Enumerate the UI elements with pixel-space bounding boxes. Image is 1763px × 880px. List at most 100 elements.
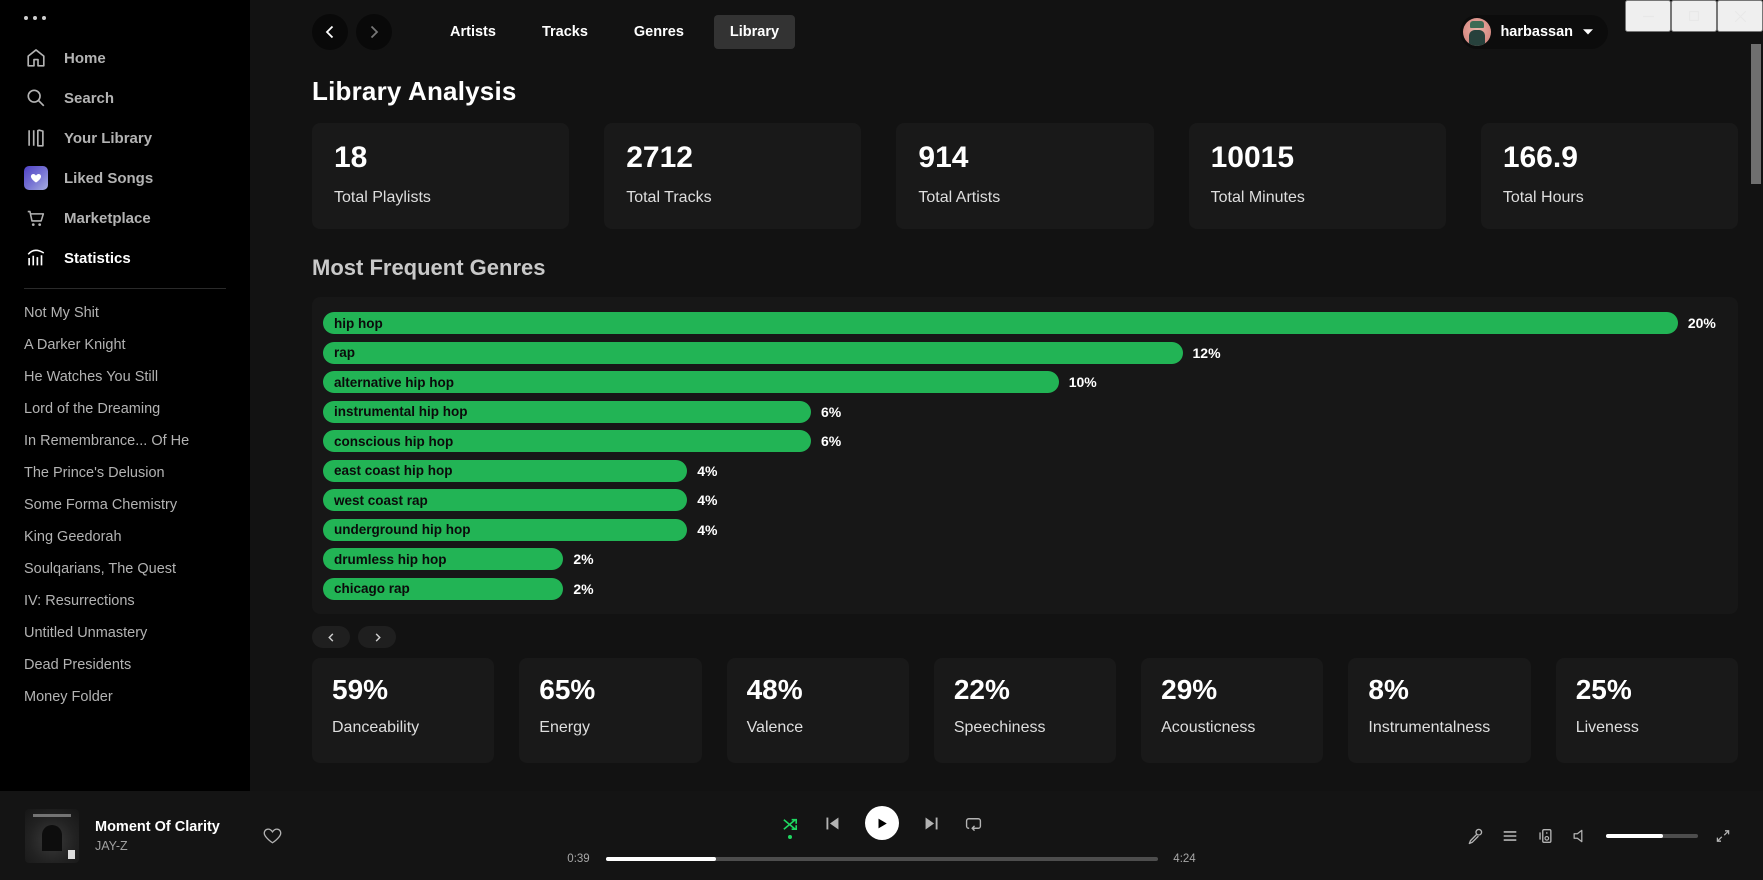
- maximize-button[interactable]: [1671, 0, 1717, 32]
- caret-down-icon: [1582, 28, 1594, 36]
- avatar: [1463, 18, 1491, 46]
- feature-value: 22%: [954, 674, 1096, 706]
- genres-section-title: Most Frequent Genres: [312, 255, 1738, 281]
- genre-bar: underground hip hop: [323, 519, 687, 541]
- repeat-button[interactable]: [964, 814, 983, 833]
- feature-value: 29%: [1161, 674, 1303, 706]
- now-playing: Moment Of Clarity JAY-Z: [0, 809, 430, 863]
- skip-forward-icon: [923, 815, 940, 832]
- genre-percent: 10%: [1069, 374, 1097, 390]
- pager-prev-button[interactable]: [312, 626, 350, 648]
- forward-button[interactable]: [356, 14, 392, 50]
- sidebar-item-search[interactable]: Search: [0, 78, 250, 118]
- playlist-item[interactable]: Some Forma Chemistry: [0, 489, 250, 521]
- liked-songs-tile: [24, 166, 48, 190]
- main-content: Artists Tracks Genres Library harbassan …: [250, 0, 1763, 791]
- scrollbar-thumb[interactable]: [1751, 44, 1761, 184]
- tab[interactable]: Tracks: [526, 15, 604, 49]
- playlist-item[interactable]: In Remembrance... Of He: [0, 425, 250, 457]
- close-button[interactable]: [1717, 0, 1763, 32]
- playlist-item[interactable]: Lord of the Dreaming: [0, 393, 250, 425]
- user-menu-button[interactable]: harbassan: [1460, 15, 1608, 49]
- genre-bar-row: underground hip hop 4%: [323, 519, 1727, 541]
- feature-label: Speechiness: [954, 719, 1096, 737]
- playlist-item[interactable]: Dead Presidents: [0, 649, 250, 681]
- sidebar-item-marketplace[interactable]: Marketplace: [0, 198, 250, 238]
- playlist-item[interactable]: A Darker Knight: [0, 329, 250, 361]
- sidebar-item-label: Liked Songs: [64, 170, 153, 187]
- sidebar-item-liked-songs[interactable]: Liked Songs: [0, 158, 250, 198]
- feature-label: Liveness: [1576, 719, 1718, 737]
- player-center: 0:39 4:24: [562, 801, 1202, 865]
- back-button[interactable]: [312, 14, 348, 50]
- genre-label: alternative hip hop: [334, 375, 454, 390]
- queue-button[interactable]: [1501, 827, 1519, 845]
- stat-card: 10015 Total Minutes: [1189, 123, 1446, 229]
- previous-button[interactable]: [824, 815, 841, 832]
- playlist-item[interactable]: The Prince's Delusion: [0, 457, 250, 489]
- playlist-item[interactable]: King Geedorah: [0, 521, 250, 553]
- play-button[interactable]: [865, 806, 899, 840]
- genre-percent: 20%: [1688, 315, 1716, 331]
- sidebar-item-home[interactable]: Home: [0, 38, 250, 78]
- feature-card: 59% Danceability: [312, 658, 494, 763]
- genre-bar: chicago rap: [323, 578, 563, 600]
- close-icon: [1735, 11, 1746, 22]
- volume-slider[interactable]: [1606, 834, 1698, 838]
- microphone-icon: [1466, 827, 1484, 845]
- genre-percent: 6%: [821, 433, 841, 449]
- track-title: Moment Of Clarity: [95, 819, 220, 835]
- progress-row: 0:39 4:24: [562, 853, 1202, 865]
- sidebar-item-statistics[interactable]: Statistics: [0, 238, 250, 278]
- genre-bar: east coast hip hop: [323, 460, 687, 482]
- chart-pager: [312, 626, 1738, 648]
- shuffle-button[interactable]: [781, 814, 800, 833]
- connect-device-button[interactable]: [1536, 827, 1554, 845]
- stat-label: Total Playlists: [334, 189, 547, 207]
- playlist-item[interactable]: He Watches You Still: [0, 361, 250, 393]
- feature-card: 48% Valence: [727, 658, 909, 763]
- stat-value: 2712: [626, 141, 839, 175]
- playlist-item[interactable]: Untitled Unmastery: [0, 617, 250, 649]
- fullscreen-button[interactable]: [1715, 828, 1731, 844]
- genre-percent: 6%: [821, 404, 841, 420]
- next-button[interactable]: [923, 815, 940, 832]
- genre-label: hip hop: [334, 316, 383, 331]
- lyrics-button[interactable]: [1466, 827, 1484, 845]
- genre-percent: 12%: [1193, 345, 1221, 361]
- feature-label: Acousticness: [1161, 719, 1303, 737]
- tab[interactable]: Artists: [434, 15, 512, 49]
- seek-bar[interactable]: [606, 857, 1158, 861]
- sidebar-item-your-library[interactable]: Your Library: [0, 118, 250, 158]
- genre-bar: drumless hip hop: [323, 548, 563, 570]
- like-track-button[interactable]: [262, 825, 283, 846]
- minimize-button[interactable]: [1625, 0, 1671, 32]
- maximize-icon: [1689, 11, 1699, 21]
- playlist-label: King Geedorah: [24, 529, 232, 545]
- stat-label: Total Hours: [1503, 189, 1716, 207]
- stat-label: Total Tracks: [626, 189, 839, 207]
- genre-bar-row: rap 12%: [323, 342, 1727, 364]
- stat-card: 166.9 Total Hours: [1481, 123, 1738, 229]
- track-artist: JAY-Z: [95, 839, 220, 853]
- feature-card: 8% Instrumentalness: [1348, 658, 1530, 763]
- tab[interactable]: Genres: [618, 15, 700, 49]
- pager-next-button[interactable]: [358, 626, 396, 648]
- volume-icon: [1571, 827, 1589, 845]
- chevron-right-icon: [367, 25, 381, 39]
- playlist-item[interactable]: Money Folder: [0, 681, 250, 713]
- sidebar-item-label: Home: [64, 50, 106, 67]
- volume-button[interactable]: [1571, 827, 1589, 845]
- playlist-label: He Watches You Still: [24, 369, 232, 385]
- progress-fill: [606, 857, 716, 861]
- feature-label: Instrumentalness: [1368, 719, 1510, 737]
- genre-bar-row: conscious hip hop 6%: [323, 430, 1727, 452]
- playlist-item[interactable]: Soulqarians, The Quest: [0, 553, 250, 585]
- playlist-item[interactable]: IV: Resurrections: [0, 585, 250, 617]
- playlist-item[interactable]: Not My Shit: [0, 297, 250, 329]
- feature-value: 59%: [332, 674, 474, 706]
- tab[interactable]: Library: [714, 15, 795, 49]
- genre-label: conscious hip hop: [334, 434, 453, 449]
- stat-value: 18: [334, 141, 547, 175]
- ellipsis-menu-button[interactable]: [24, 16, 64, 20]
